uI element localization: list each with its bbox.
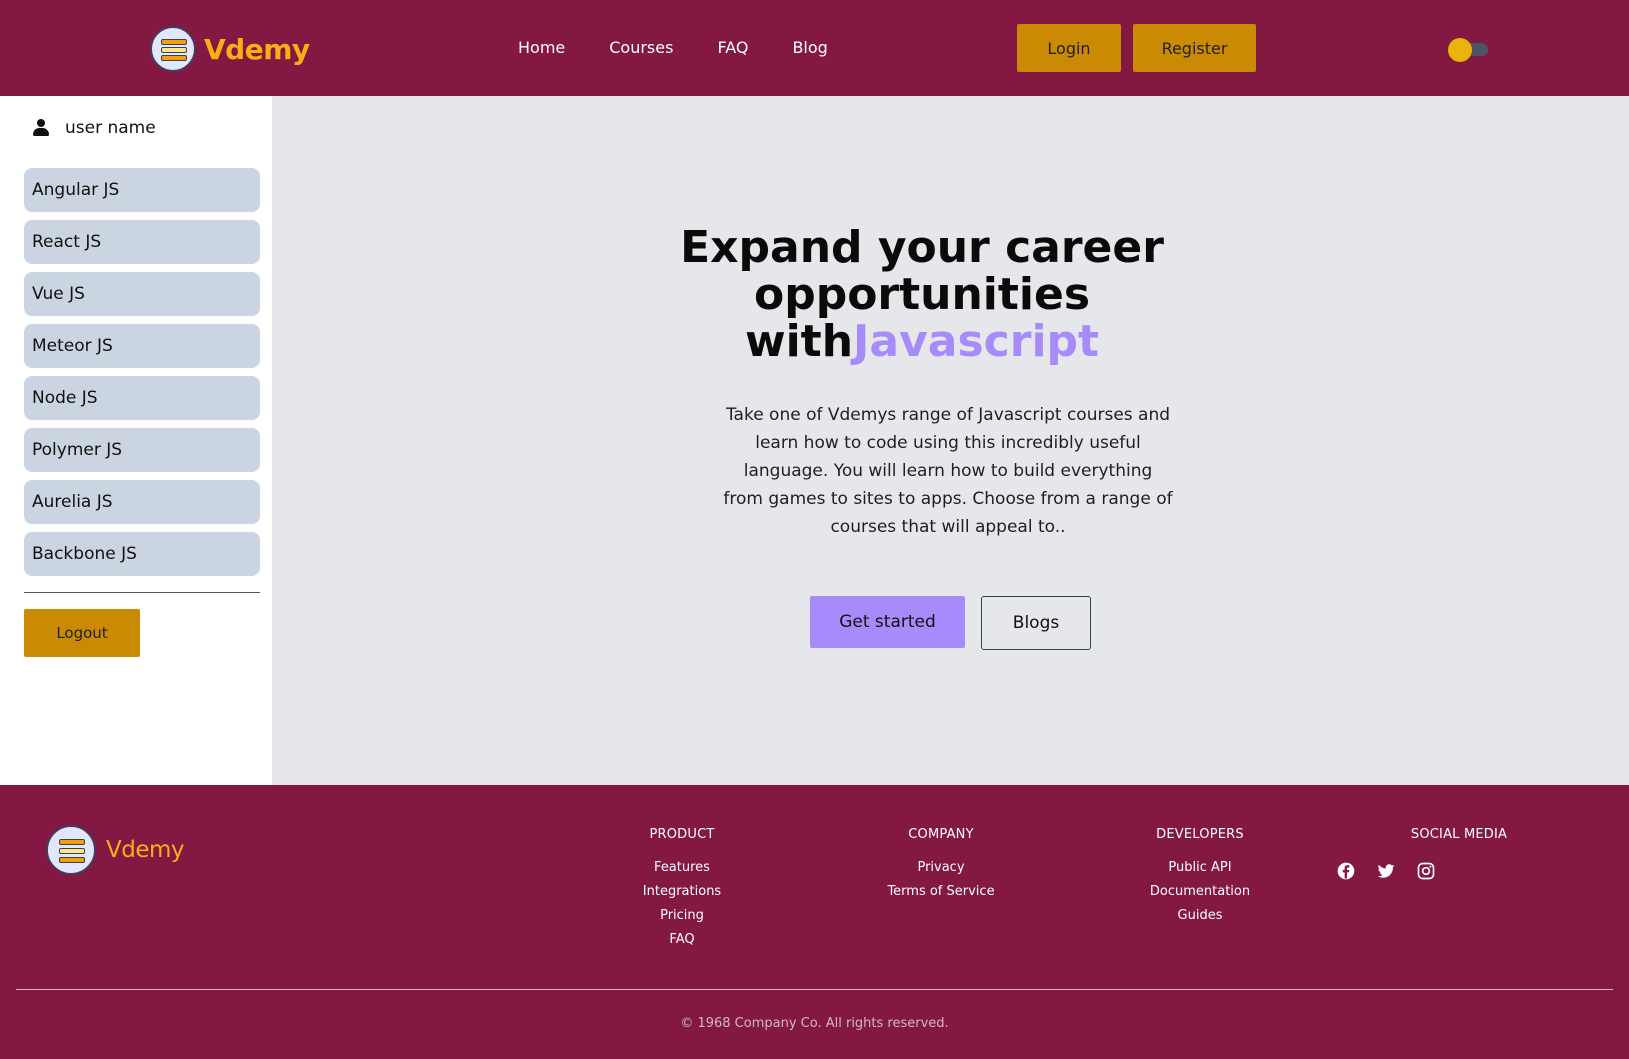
hero-title-line2: opportunities: [753, 269, 1091, 320]
course-item-angular[interactable]: Angular JS: [24, 168, 260, 212]
nav-home[interactable]: Home: [518, 38, 565, 57]
course-item-meteor[interactable]: Meteor JS: [24, 324, 260, 368]
sidebar: user name Angular JS React JS Vue JS Met…: [0, 96, 272, 785]
footer-link-documentation[interactable]: Documentation: [1100, 880, 1300, 904]
theme-toggle[interactable]: [1448, 38, 1488, 62]
twitter-icon[interactable]: [1376, 861, 1396, 881]
footer-col-developers: DEVELOPERS Public API Documentation Guid…: [1100, 827, 1300, 928]
footer-col-social: SOCIAL MEDIA: [1359, 827, 1559, 856]
copyright-text: © 1968 Company Co. All rights reserved.: [680, 1016, 949, 1031]
sidebar-divider: [24, 592, 260, 593]
footer-divider: [16, 989, 1613, 990]
footer-link-terms[interactable]: Terms of Service: [841, 880, 1041, 904]
blogs-button[interactable]: Blogs: [981, 596, 1091, 650]
footer-link-public-api[interactable]: Public API: [1100, 856, 1300, 880]
course-item-backbone[interactable]: Backbone JS: [24, 532, 260, 576]
brand-name: Vdemy: [204, 32, 310, 66]
login-button[interactable]: Login: [1017, 24, 1121, 72]
footer-col-title: SOCIAL MEDIA: [1410, 827, 1508, 842]
course-item-node[interactable]: Node JS: [24, 376, 260, 420]
hero-section: Expand your career opportunities withJav…: [272, 96, 1629, 785]
user-icon: [33, 119, 49, 137]
logout-button[interactable]: Logout: [24, 609, 140, 657]
get-started-button[interactable]: Get started: [810, 596, 965, 648]
course-item-aurelia[interactable]: Aurelia JS: [24, 480, 260, 524]
nav-blog[interactable]: Blog: [792, 38, 827, 57]
footer-brand-logo[interactable]: Vdemy: [46, 825, 185, 875]
footer-link-guides[interactable]: Guides: [1100, 904, 1300, 928]
main-nav: Home Courses FAQ Blog: [518, 38, 828, 57]
course-item-polymer[interactable]: Polymer JS: [24, 428, 260, 472]
facebook-icon[interactable]: [1336, 861, 1356, 881]
nav-faq[interactable]: FAQ: [717, 38, 748, 57]
username-label: user name: [65, 118, 156, 138]
register-button[interactable]: Register: [1133, 24, 1256, 72]
footer-link-faq[interactable]: FAQ: [582, 928, 782, 952]
hero-description: Take one of Vdemys range of Javascript c…: [723, 405, 1173, 537]
footer-link-integrations[interactable]: Integrations: [582, 880, 782, 904]
books-logo-icon: [46, 825, 96, 875]
top-navbar: Vdemy Home Courses FAQ Blog Login Regist…: [0, 0, 1629, 96]
brand-logo[interactable]: Vdemy: [150, 26, 310, 72]
footer-brand-name: Vdemy: [106, 837, 185, 863]
footer-link-privacy[interactable]: Privacy: [841, 856, 1041, 880]
course-item-react[interactable]: React JS: [24, 220, 260, 264]
footer-col-title: COMPANY: [908, 827, 974, 842]
course-list: Angular JS React JS Vue JS Meteor JS Nod…: [24, 168, 260, 584]
footer-link-features[interactable]: Features: [582, 856, 782, 880]
books-logo-icon: [150, 26, 196, 72]
footer-col-title: PRODUCT: [649, 827, 715, 842]
footer-col-company: COMPANY Privacy Terms of Service: [841, 827, 1041, 904]
social-links: [1336, 861, 1436, 881]
footer: Vdemy PRODUCT Features Integrations Pric…: [0, 785, 1629, 1059]
hero-title: Expand your career opportunities withJav…: [662, 224, 1182, 365]
hero-title-line1: Expand your career: [680, 222, 1164, 273]
footer-col-product: PRODUCT Features Integrations Pricing FA…: [582, 827, 782, 952]
user-profile: user name: [33, 118, 156, 138]
hero-title-accent: Javascript: [853, 316, 1100, 367]
footer-link-pricing[interactable]: Pricing: [582, 904, 782, 928]
hero-title-with: with: [744, 316, 854, 367]
instagram-icon[interactable]: [1416, 861, 1436, 881]
toggle-knob: [1448, 38, 1472, 62]
nav-courses[interactable]: Courses: [609, 38, 673, 57]
footer-col-title: DEVELOPERS: [1156, 827, 1244, 842]
course-item-vue[interactable]: Vue JS: [24, 272, 260, 316]
